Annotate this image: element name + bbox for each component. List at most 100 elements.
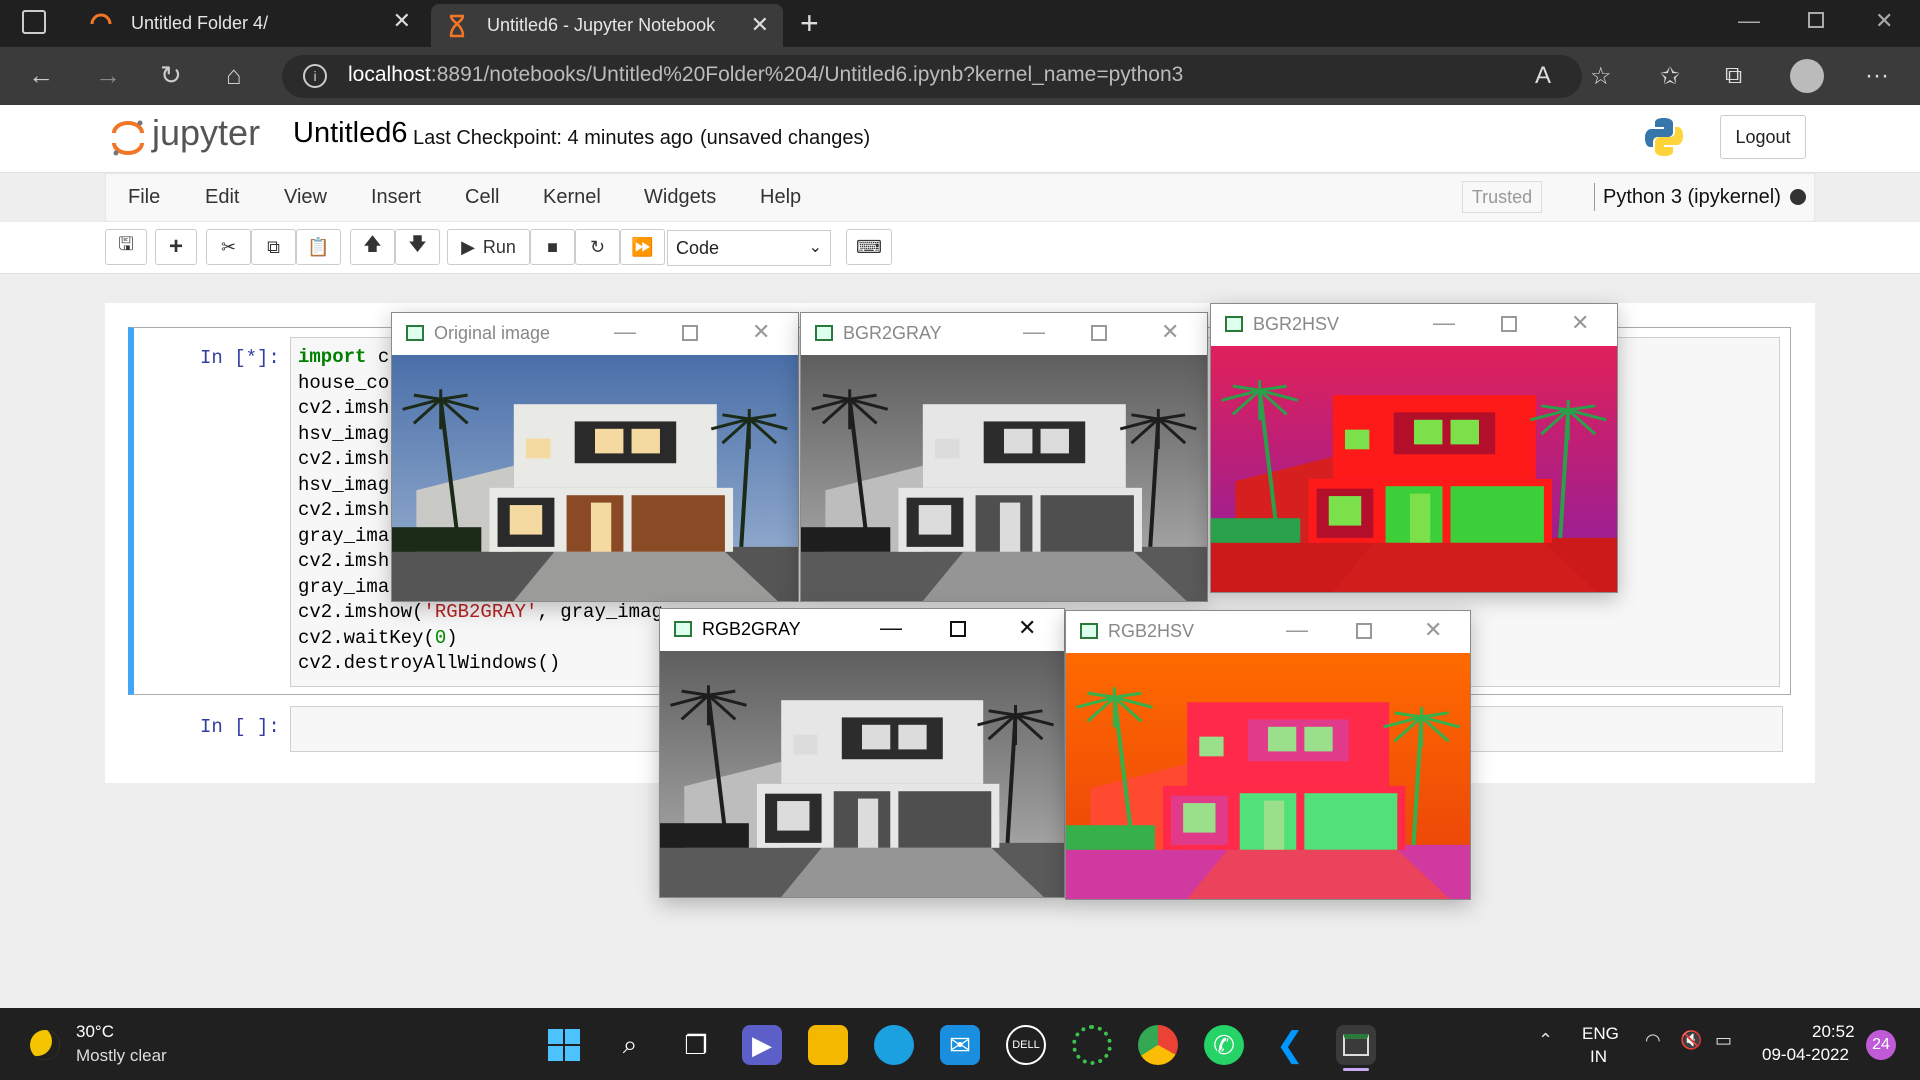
window-titlebar[interactable]: RGB2HSV — ✕ <box>1066 611 1470 653</box>
chevron-up-icon[interactable]: ⌃ <box>1538 1030 1553 1051</box>
maximize-icon[interactable] <box>1091 325 1107 341</box>
close-icon[interactable]: ✕ <box>1571 310 1589 336</box>
run-button[interactable]: ▶ Run <box>447 229 530 265</box>
add-cell-icon[interactable]: + <box>155 229 197 265</box>
paste-icon[interactable]: 📋 <box>296 229 341 265</box>
close-icon[interactable]: ✕ <box>1161 319 1179 345</box>
cv-window-original[interactable]: Original image — ✕ <box>391 312 799 602</box>
tab-title: Untitled Folder 4/ <box>131 13 269 33</box>
trusted-indicator[interactable]: Trusted <box>1462 181 1542 213</box>
copy-icon[interactable]: ⧉ <box>251 229 296 265</box>
maximize-icon[interactable] <box>682 325 698 341</box>
menu-insert[interactable]: Insert <box>371 186 421 209</box>
cv-window-rgb2gray[interactable]: RGB2GRAY — ✕ <box>659 608 1065 898</box>
tab-untitled-folder[interactable]: Untitled Folder 4/ ✕ <box>75 0 425 47</box>
home-icon[interactable]: ⌂ <box>226 60 242 90</box>
menu-widgets[interactable]: Widgets <box>644 186 716 209</box>
add-favorite-icon[interactable]: ☆ <box>1590 62 1612 91</box>
minimize-icon[interactable]: — <box>880 615 902 641</box>
task-view-icon[interactable]: ❐ <box>676 1025 716 1065</box>
minimize-icon[interactable]: — <box>614 319 636 345</box>
active-app-indicator <box>1343 1068 1369 1071</box>
tab-untitled6[interactable]: Untitled6 - Jupyter Notebook ✕ <box>431 4 783 47</box>
more-icon[interactable]: ··· <box>1865 62 1889 90</box>
spinner-app-icon[interactable] <box>1072 1025 1112 1065</box>
chrome-icon[interactable] <box>1138 1025 1178 1065</box>
cut-icon[interactable]: ✂ <box>206 229 251 265</box>
maximize-icon[interactable] <box>1356 623 1372 639</box>
avatar[interactable] <box>1790 59 1824 93</box>
fast-forward-icon[interactable]: ⏩ <box>620 229 665 265</box>
menu-view[interactable]: View <box>284 186 327 209</box>
vscode-icon[interactable]: ❮ <box>1270 1025 1310 1065</box>
windows-start-icon[interactable] <box>544 1025 584 1065</box>
battery-icon[interactable]: ▭ <box>1715 1030 1732 1051</box>
edge-icon[interactable] <box>874 1025 914 1065</box>
file-explorer-icon[interactable] <box>808 1025 848 1065</box>
close-icon[interactable]: ✕ <box>1424 617 1442 643</box>
moon-weather-icon[interactable] <box>30 1030 60 1060</box>
minimize-icon[interactable]: — <box>1738 8 1760 34</box>
minimize-icon[interactable]: — <box>1286 617 1308 643</box>
close-icon[interactable]: ✕ <box>1018 615 1036 641</box>
minimize-icon[interactable]: — <box>1023 319 1045 345</box>
read-aloud-icon[interactable]: A <box>1535 62 1551 90</box>
close-icon[interactable]: ✕ <box>752 319 770 345</box>
refresh-icon[interactable]: ↻ <box>160 60 182 90</box>
info-icon[interactable]: i <box>303 64 327 88</box>
collections-icon[interactable]: ⧉ <box>1725 62 1742 90</box>
window-titlebar[interactable]: Original image — ✕ <box>392 313 798 355</box>
language-line2[interactable]: IN <box>1590 1047 1607 1067</box>
window-titlebar[interactable]: BGR2HSV — ✕ <box>1211 304 1617 346</box>
volume-mute-icon[interactable]: 🔇 <box>1680 1030 1702 1051</box>
clock-time[interactable]: 20:52 <box>1812 1022 1855 1042</box>
menu-help[interactable]: Help <box>760 186 801 209</box>
jupyter-logo-icon[interactable] <box>110 117 146 157</box>
kernel-name[interactable]: Python 3 (ipykernel) <box>1603 186 1781 209</box>
dell-icon[interactable]: DELL <box>1006 1025 1046 1065</box>
cell-type-select[interactable]: Code ⌄ <box>667 230 831 266</box>
move-down-icon[interactable]: 🡇 <box>395 229 440 265</box>
close-window-icon[interactable]: ✕ <box>1875 8 1893 34</box>
close-icon[interactable]: ✕ <box>393 10 411 32</box>
weather-temp[interactable]: 30°C <box>76 1022 114 1042</box>
stop-icon[interactable]: ■ <box>530 229 575 265</box>
code-line: gray_ima <box>298 524 390 547</box>
notification-badge[interactable]: 24 <box>1866 1030 1896 1060</box>
search-icon[interactable]: ⌕ <box>610 1025 650 1065</box>
window-titlebar[interactable]: RGB2GRAY — ✕ <box>660 609 1064 651</box>
cv-window-bgr2gray[interactable]: BGR2GRAY — ✕ <box>800 312 1208 602</box>
clock-date[interactable]: 09-04-2022 <box>1762 1045 1849 1065</box>
minimize-icon[interactable]: — <box>1433 310 1455 336</box>
restore-icon[interactable] <box>1808 12 1824 28</box>
whatsapp-icon[interactable]: ✆ <box>1204 1025 1244 1065</box>
cv-window-bgr2hsv[interactable]: BGR2HSV — ✕ <box>1210 303 1618 593</box>
save-icon[interactable]: 🖫 <box>105 229 147 265</box>
maximize-icon[interactable] <box>1501 316 1517 332</box>
teams-chat-icon[interactable]: ▶ <box>742 1025 782 1065</box>
cv-window-rgb2hsv[interactable]: RGB2HSV — ✕ <box>1065 610 1471 900</box>
forward-icon[interactable]: → <box>95 60 121 90</box>
weather-desc[interactable]: Mostly clear <box>76 1046 167 1066</box>
tab-actions-icon[interactable] <box>22 10 46 34</box>
wifi-icon[interactable]: ◠ <box>1645 1030 1661 1051</box>
play-icon: ▶ <box>461 236 475 257</box>
language-line1[interactable]: ENG <box>1582 1024 1619 1044</box>
notebook-title[interactable]: Untitled6 <box>293 117 407 150</box>
logout-button[interactable]: Logout <box>1720 115 1806 159</box>
menu-cell[interactable]: Cell <box>465 186 499 209</box>
menu-edit[interactable]: Edit <box>205 186 239 209</box>
window-titlebar[interactable]: BGR2GRAY — ✕ <box>801 313 1207 355</box>
menu-kernel[interactable]: Kernel <box>543 186 601 209</box>
maximize-icon[interactable] <box>950 621 966 637</box>
back-icon[interactable]: ← <box>28 60 54 90</box>
restart-icon[interactable]: ↻ <box>575 229 620 265</box>
close-icon[interactable]: ✕ <box>751 14 769 36</box>
favorites-icon[interactable]: ✩ <box>1660 62 1680 91</box>
move-up-icon[interactable]: 🡅 <box>350 229 395 265</box>
mail-icon[interactable]: ✉ <box>940 1025 980 1065</box>
menu-file[interactable]: File <box>128 186 160 209</box>
keyboard-icon[interactable]: ⌨ <box>846 229 892 265</box>
opencv-window-icon[interactable] <box>1336 1025 1376 1065</box>
new-tab-button[interactable]: + <box>800 5 819 41</box>
